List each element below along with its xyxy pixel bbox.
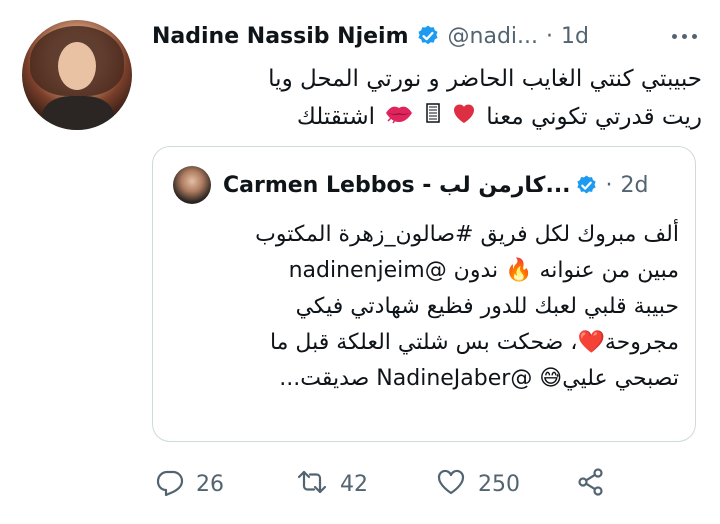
retweet-icon — [296, 468, 328, 500]
more-dot — [671, 33, 677, 39]
more-dot — [681, 33, 687, 39]
tweet-line-2: ريت قدرتي تكوني معنا اشتقتلك — [160, 98, 702, 137]
quote-author-name: Carmen Lebbos - كارمن لب... — [223, 172, 571, 198]
heart-outline-icon — [436, 468, 466, 500]
author-name[interactable]: Nadine Nassib Njeim — [152, 24, 409, 49]
missing-glyph-icon — [425, 99, 440, 137]
author-avatar[interactable] — [22, 20, 132, 130]
reply-icon — [156, 468, 184, 500]
quote-header: Carmen Lebbos - كارمن لب... · 2d — [173, 166, 649, 204]
reply-button[interactable]: 26 — [156, 468, 296, 500]
like-count: 250 — [478, 471, 520, 497]
quote-line-4: مجروحة❤️، ضحكت بس شلتي العلكة قبل ما — [269, 330, 679, 355]
avatar-dress — [42, 96, 114, 130]
quote-line-3: حبيبة قلبي لعبك للدور فظيع شهادتي فيكي — [295, 294, 679, 319]
share-icon — [576, 467, 606, 501]
more-icon[interactable] — [666, 22, 702, 50]
more-dot — [691, 33, 697, 39]
verified-badge-icon — [416, 24, 440, 48]
author-handle[interactable]: @nadi... — [448, 24, 538, 49]
retweet-button[interactable]: 42 — [296, 468, 436, 500]
share-button[interactable] — [576, 467, 606, 501]
quote-separator-dot: · — [605, 172, 613, 198]
tweet-text: حبيبتي كنتي الغايب الحاضر و نورتي المحل … — [160, 60, 702, 137]
heart-icon — [451, 99, 477, 137]
kiss-lips-icon — [384, 99, 414, 137]
separator-dot: · — [546, 23, 554, 49]
tweet-time[interactable]: 1d — [561, 24, 589, 49]
reply-count: 26 — [196, 471, 224, 497]
quote-line-1: ألف مبروك لكل فريق #صالون_زهرة المكتوب — [255, 222, 679, 247]
tweet-line-2-text: ريت قدرتي تكوني معنا — [486, 104, 702, 130]
quoted-tweet[interactable]: Carmen Lebbos - كارمن لب... · 2d ألف مبر… — [152, 146, 696, 442]
quote-line-2: مبين من عنوانه 🔥 ندون @nadinenjeim — [288, 258, 679, 283]
avatar-face — [58, 42, 96, 90]
retweet-count: 42 — [340, 471, 368, 497]
verified-badge-icon — [575, 174, 598, 197]
tweet-actions: 26 42 250 — [156, 464, 606, 504]
like-button[interactable]: 250 — [436, 468, 576, 500]
quote-time: 2d — [620, 172, 649, 198]
tweet-line-1: حبيبتي كنتي الغايب الحاضر و نورتي المحل … — [268, 66, 702, 92]
tweet-header: Nadine Nassib Njeim @nadi... · 1d — [152, 18, 589, 54]
tweet-line-2-end: اشتقتلك — [296, 104, 376, 130]
quote-text: ألف مبروك لكل فريق #صالون_زهرة المكتوب م… — [173, 217, 679, 397]
quote-line-5: تصبحي عليي😅 @NadineJaber صديقت... — [279, 366, 679, 391]
quote-author-avatar — [173, 166, 211, 204]
